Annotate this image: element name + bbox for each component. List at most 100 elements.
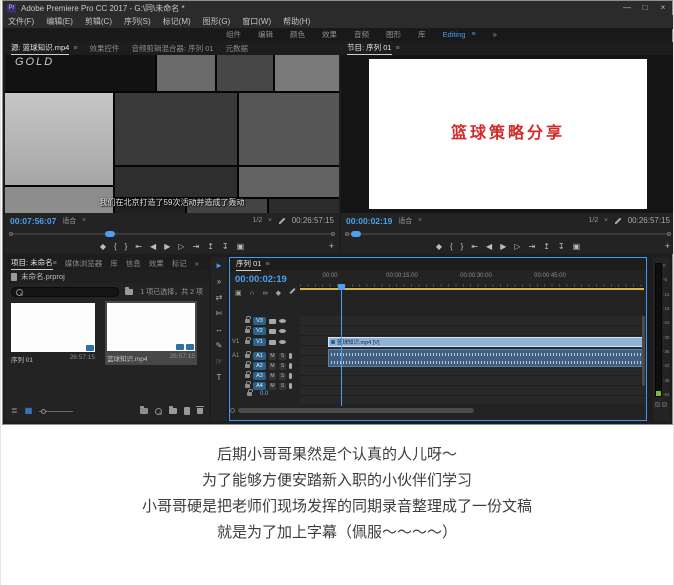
settings-wrench-icon[interactable]: [278, 217, 285, 224]
lock-icon[interactable]: [245, 374, 250, 378]
program-current-timecode[interactable]: 00:00:02:19: [346, 216, 392, 226]
mute-button[interactable]: M: [269, 373, 276, 380]
workspace-tab-editing[interactable]: 编辑: [258, 29, 273, 40]
go-to-out-icon[interactable]: ⇥: [529, 242, 536, 252]
tab-libraries[interactable]: 库: [110, 258, 118, 269]
panel-menu-icon[interactable]: ≡: [53, 260, 57, 267]
project-item-clip-selected[interactable]: 篮球知识.mp4 26:57:15: [105, 301, 197, 365]
timeline-ruler[interactable]: 00:00 00:00:15:00 00:00:30:00 00:00:45:0…: [300, 271, 644, 288]
source-current-timecode[interactable]: 00:07:56:07: [10, 216, 56, 226]
timeline-playhead[interactable]: [341, 284, 342, 406]
project-file-row[interactable]: 未命名.prproj: [5, 270, 209, 283]
button-editor-icon[interactable]: +: [329, 241, 334, 251]
maximize-button[interactable]: □: [636, 1, 654, 15]
track-select-tool[interactable]: »: [217, 277, 221, 286]
mark-out-icon[interactable]: }: [125, 242, 128, 252]
linked-selection-icon[interactable]: ∞: [263, 290, 268, 298]
source-fit-select[interactable]: 适合: [62, 216, 76, 226]
find-icon[interactable]: [155, 408, 162, 415]
lock-icon[interactable]: [245, 340, 250, 344]
panel-overflow-icon[interactable]: »: [195, 259, 199, 268]
go-to-in-icon[interactable]: ⇤: [471, 242, 478, 252]
sync-lock-icon[interactable]: [269, 329, 276, 334]
item-name[interactable]: 序列 01: [11, 354, 33, 364]
track-output-eye-icon[interactable]: [279, 340, 286, 344]
minimize-button[interactable]: —: [618, 1, 636, 15]
item-thumbnail[interactable]: [107, 303, 195, 351]
add-marker-icon[interactable]: ◆: [100, 242, 106, 252]
work-area-bar[interactable]: [300, 288, 644, 290]
lock-icon[interactable]: [247, 392, 252, 396]
menu-graphics[interactable]: 图形(G): [203, 16, 231, 27]
track-output-eye-icon[interactable]: [279, 329, 286, 333]
source-scrubber[interactable]: [9, 230, 335, 238]
extract-icon[interactable]: ↧: [558, 242, 565, 252]
tab-sequence-01[interactable]: 序列 01: [236, 258, 261, 271]
overwrite-icon[interactable]: ↧: [222, 242, 229, 252]
tab-effect-controls[interactable]: 效果控件: [89, 43, 119, 54]
go-to-out-icon[interactable]: ⇥: [193, 242, 200, 252]
tab-info[interactable]: 信息: [126, 258, 141, 269]
program-resolution-select[interactable]: 1/2: [588, 217, 598, 224]
new-bin-icon[interactable]: [169, 408, 177, 414]
source-video-frame[interactable]: GOLD 我们在北京打造了59次活动并造成了轰动: [5, 55, 339, 213]
step-back-icon[interactable]: ◀: [486, 242, 492, 252]
workspace-tab-assembly[interactable]: 组件: [226, 29, 241, 40]
close-button[interactable]: ×: [654, 1, 672, 15]
tab-media-browser[interactable]: 媒体浏览器: [65, 258, 103, 269]
add-marker-icon[interactable]: ◆: [276, 290, 281, 298]
mark-in-icon[interactable]: {: [450, 242, 453, 252]
lock-icon[interactable]: [245, 329, 250, 333]
workspace-tab-graphics[interactable]: 图形: [386, 29, 401, 40]
program-scrubber[interactable]: [345, 230, 671, 238]
workspace-tab-effects[interactable]: 效果: [322, 29, 337, 40]
track-output-eye-icon[interactable]: [279, 319, 286, 323]
step-forward-icon[interactable]: ▷: [178, 242, 184, 252]
razor-tool[interactable]: ✄: [216, 309, 223, 318]
mute-button[interactable]: M: [269, 363, 276, 370]
timeline-vscrollbar[interactable]: [642, 316, 645, 386]
workspace-menu-icon[interactable]: ≡: [471, 31, 475, 38]
pen-tool[interactable]: ✎: [216, 341, 223, 350]
scrub-track[interactable]: [345, 233, 671, 235]
play-icon[interactable]: ▶: [164, 242, 170, 252]
workspace-tab-audio[interactable]: 音频: [354, 29, 369, 40]
timeline-hscrollbar[interactable]: [234, 408, 634, 413]
type-tool[interactable]: T: [217, 373, 222, 382]
workspace-tab-active[interactable]: Editing: [443, 30, 466, 39]
mark-out-icon[interactable]: }: [461, 242, 464, 252]
export-frame-icon[interactable]: ▣: [573, 242, 581, 252]
new-search-bin-icon[interactable]: [125, 289, 133, 295]
lift-icon[interactable]: ↥: [543, 242, 550, 252]
play-icon[interactable]: ▶: [500, 242, 506, 252]
source-playhead[interactable]: [105, 231, 115, 237]
delete-icon[interactable]: [197, 408, 203, 414]
selection-tool[interactable]: ►: [215, 261, 223, 270]
timeline-settings-wrench-icon[interactable]: [289, 288, 295, 294]
menu-marker[interactable]: 标记(M): [163, 16, 191, 27]
panel-menu-icon[interactable]: ≡: [265, 261, 269, 268]
lock-icon[interactable]: [245, 319, 250, 323]
sync-lock-icon[interactable]: [269, 319, 276, 324]
tab-markers[interactable]: 标记: [172, 258, 187, 269]
icon-view-icon[interactable]: ▦: [25, 406, 33, 416]
menu-edit[interactable]: 编辑(E): [46, 16, 73, 27]
scroll-zoom-dot[interactable]: [230, 408, 235, 413]
tab-audio-clip-mixer[interactable]: 音频剪辑混合器: 序列 01: [131, 43, 213, 54]
solo-left-button[interactable]: [655, 402, 660, 407]
workspace-tab-libraries[interactable]: 库: [418, 29, 426, 40]
master-gain-value[interactable]: 0.0: [260, 391, 268, 397]
sync-lock-icon[interactable]: [269, 340, 276, 345]
settings-wrench-icon[interactable]: [614, 217, 621, 224]
track-target-a1[interactable]: A1: [253, 352, 266, 360]
voiceover-mic-icon[interactable]: [289, 363, 292, 369]
menu-help[interactable]: 帮助(H): [283, 16, 310, 27]
tab-source[interactable]: 源: 篮球知识.mp4: [11, 42, 69, 55]
tab-effects[interactable]: 效果: [149, 258, 164, 269]
item-thumbnail[interactable]: [11, 303, 95, 352]
insert-icon[interactable]: ↥: [207, 242, 214, 252]
workspace-tab-color[interactable]: 颜色: [290, 29, 305, 40]
solo-right-button[interactable]: [662, 402, 667, 407]
hand-tool[interactable]: ☞: [215, 357, 222, 366]
menu-clip[interactable]: 剪辑(C): [85, 16, 112, 27]
